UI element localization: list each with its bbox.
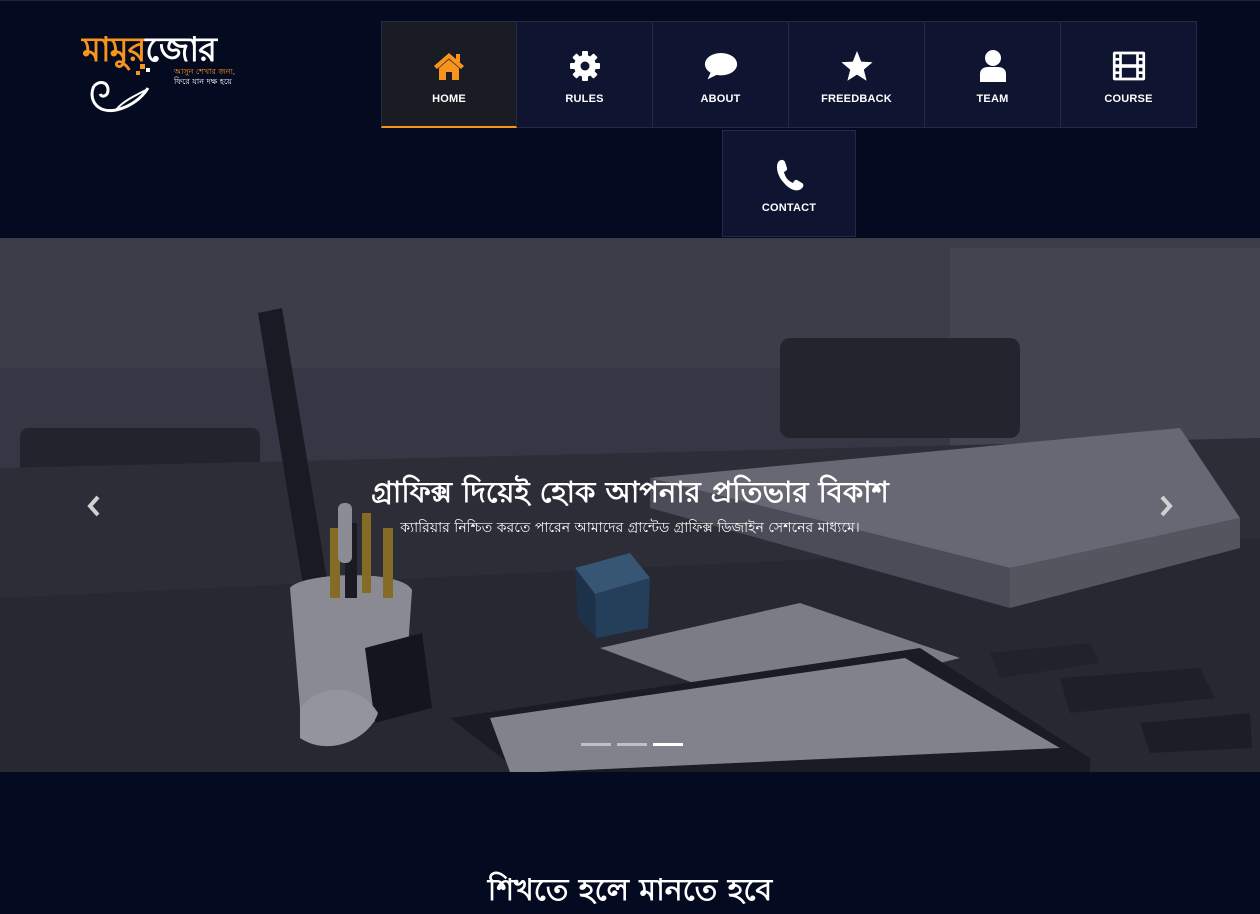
user-icon bbox=[976, 49, 1010, 83]
nav-label-contact: CONTACT bbox=[761, 202, 817, 214]
phone-icon bbox=[772, 158, 806, 192]
carousel-indicator-1[interactable] bbox=[581, 743, 611, 746]
hero-title: গ্রাফিক্স দিয়েই হোক আপনার প্রতিভার বিকা… bbox=[371, 475, 889, 509]
nav-item-about[interactable]: ABOUT bbox=[653, 21, 789, 128]
chevron-left-icon bbox=[87, 495, 100, 517]
speech-bubble-icon bbox=[704, 49, 738, 83]
gear-icon bbox=[568, 49, 602, 83]
hero-subtitle: ক্যারিয়ার নিশ্চিত করতে পারেন আমাদের গ্র… bbox=[400, 520, 860, 536]
top-border bbox=[0, 0, 1260, 1]
section-title: শিখতে হলে মানতে হবে bbox=[487, 873, 773, 908]
carousel-prev-button[interactable] bbox=[84, 494, 104, 518]
carousel-indicator-2[interactable] bbox=[617, 743, 647, 746]
nav-item-rules[interactable]: RULES bbox=[517, 21, 653, 128]
site-logo[interactable]: মামুরজোর আসুন শেখার জন্য, ফিরে যান দক্ষ … bbox=[80, 24, 240, 116]
hero-carousel: গ্রাফিক্স দিয়েই হোক আপনার প্রতিভার বিকা… bbox=[0, 238, 1260, 772]
nav-label-team: TEAM bbox=[976, 93, 1009, 105]
nav-label-home: HOME bbox=[432, 93, 466, 105]
chevron-right-icon bbox=[1160, 495, 1173, 517]
star-icon bbox=[840, 49, 874, 83]
nav-label-feedback: FREEDBACK bbox=[821, 93, 892, 105]
nav-item-team[interactable]: TEAM bbox=[925, 21, 1061, 128]
nav-label-about: ABOUT bbox=[700, 93, 741, 105]
nav-item-course[interactable]: COURSE bbox=[1061, 21, 1197, 128]
carousel-next-button[interactable] bbox=[1156, 494, 1176, 518]
nav-label-course: COURSE bbox=[1104, 93, 1153, 105]
nav-item-feedback[interactable]: FREEDBACK bbox=[789, 21, 925, 128]
nav-item-contact[interactable]: CONTACT bbox=[722, 130, 856, 237]
main-nav: HOME RULES ABOUT FREEDBACK TEAM COURSE bbox=[381, 21, 1197, 128]
film-icon bbox=[1112, 49, 1146, 83]
home-icon bbox=[432, 49, 466, 83]
nav-label-rules: RULES bbox=[565, 93, 604, 105]
logo-tagline-2: ফিরে যান দক্ষ হয়ে bbox=[174, 77, 232, 86]
carousel-indicators bbox=[581, 743, 683, 746]
nav-item-home[interactable]: HOME bbox=[381, 21, 517, 128]
carousel-indicator-3[interactable] bbox=[653, 743, 683, 746]
logo-flexed-arm-icon bbox=[90, 64, 150, 113]
